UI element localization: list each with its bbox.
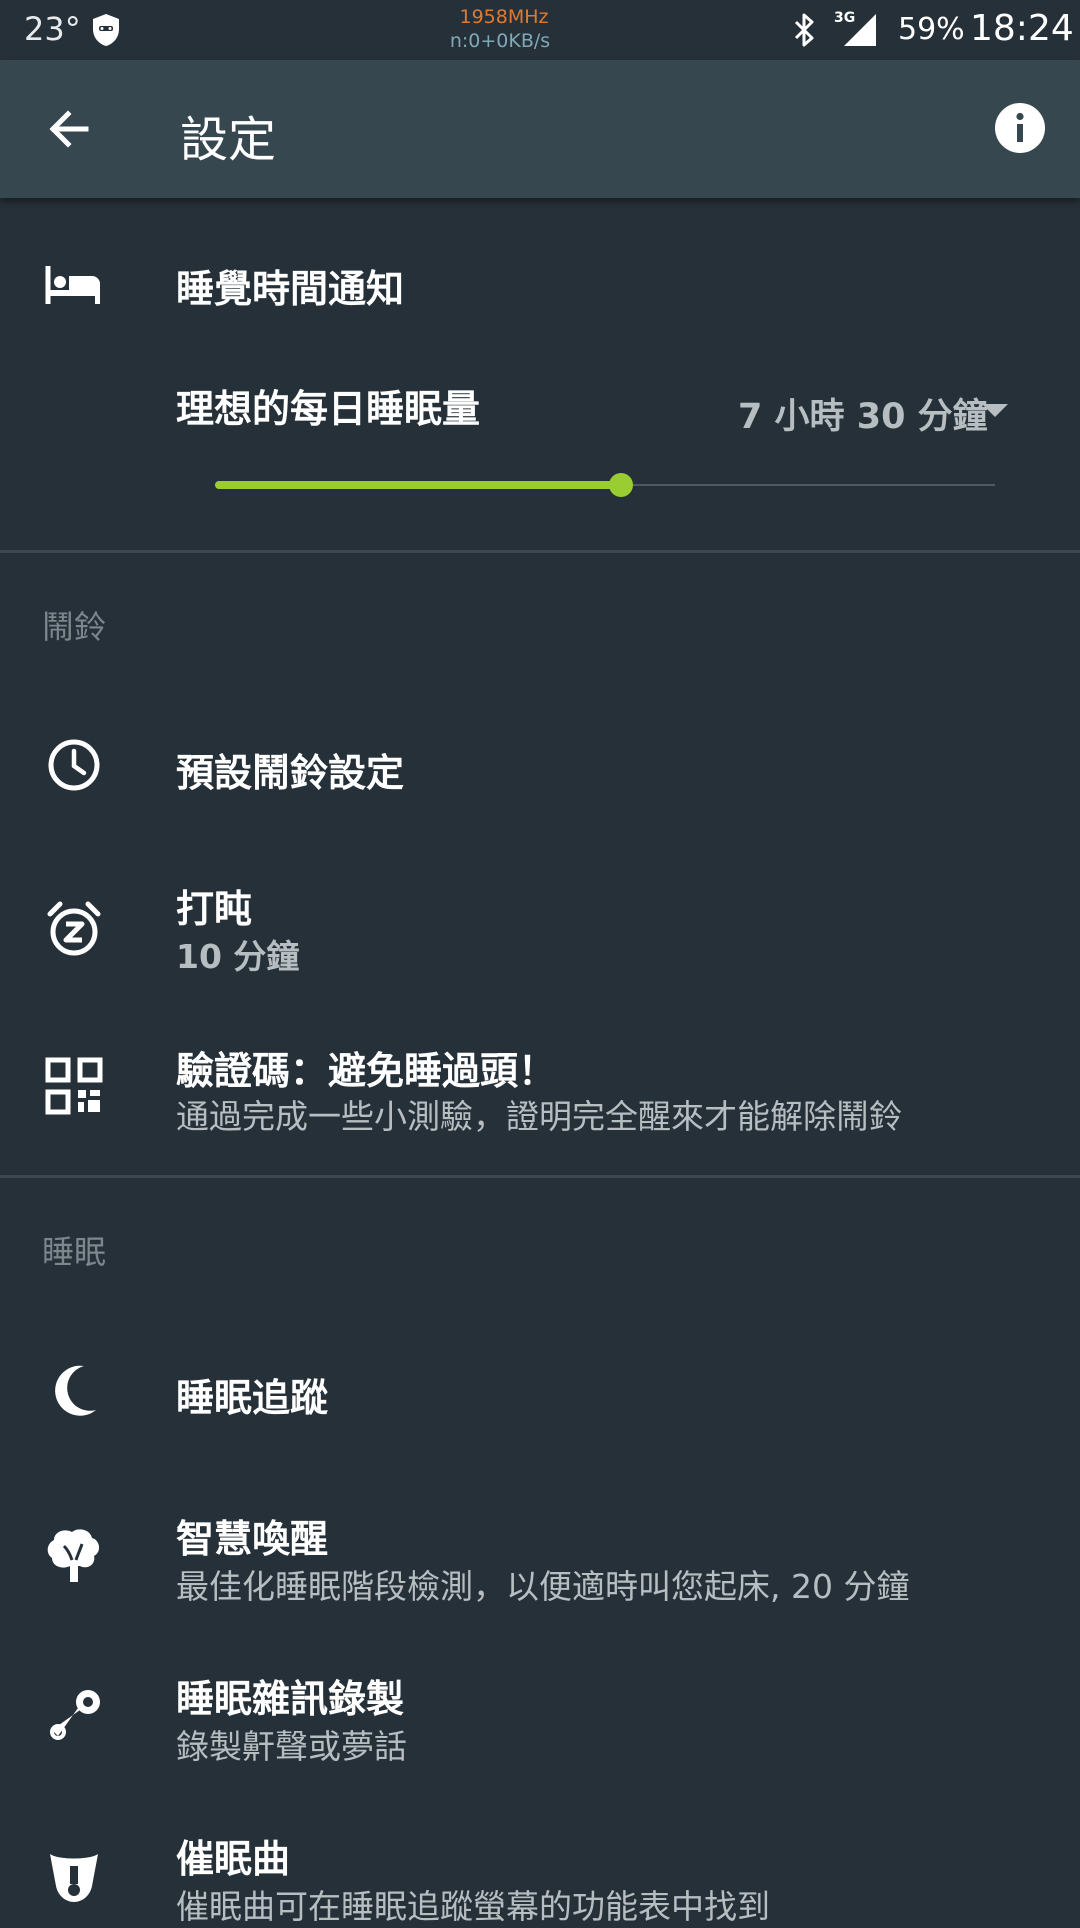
default-alarm-settings-row[interactable]: 預設鬧鈴設定: [0, 710, 1080, 820]
sleep-noise-recording-row[interactable]: 睡眠雜訊錄製 錄製鼾聲或夢話: [0, 1650, 1080, 1780]
lullaby-icon: [50, 1854, 98, 1902]
section-header-alarm: 鬧鈴: [42, 608, 107, 646]
app-bar: 設定: [0, 60, 1080, 198]
lullaby-title: 催眠曲: [176, 1837, 291, 1881]
moon-icon: [55, 1365, 96, 1416]
sleep-tracking-title: 睡眠追蹤: [176, 1376, 329, 1420]
sleep-noise-recording-title: 睡眠雜訊錄製: [176, 1677, 405, 1721]
captcha-row[interactable]: 驗證碼：避免睡過頭！ 通過完成一些小測驗，證明完全醒來才能解除鬧鈴: [0, 1020, 1080, 1150]
bedtime-notification-row[interactable]: 睡覺時間通知: [0, 230, 1080, 330]
qr-code-icon: [45, 1057, 103, 1115]
smart-wakeup-row[interactable]: 智慧喚醒 最佳化睡眠階段檢測，以便適時叫您起床, 20 分鐘: [0, 1490, 1080, 1620]
smart-wakeup-subtitle: 最佳化睡眠階段檢測，以便適時叫您起床, 20 分鐘: [176, 1567, 910, 1606]
bedtime-notification-title: 睡覺時間通知: [176, 267, 405, 311]
section-header-sleep: 睡眠: [42, 1233, 107, 1271]
network-speed: n:0+0KB/s: [449, 30, 551, 52]
sleep-amount-slider-thumb[interactable]: [608, 473, 633, 497]
temperature-readout: 23°: [24, 10, 81, 48]
ideal-sleep-label: 理想的每日睡眠量: [176, 387, 481, 431]
signal-icon: [844, 14, 876, 46]
lullaby-subtitle: 催眠曲可在睡眠追蹤螢幕的功能表中找到: [176, 1887, 770, 1926]
ideal-sleep-dropdown[interactable]: 7 小時 30 分鐘: [738, 388, 988, 439]
status-bar: 23° 1958MHz n:0+0KB/s 3G 59% 18:24: [0, 0, 1080, 60]
smart-wakeup-title: 智慧喚醒: [176, 1517, 329, 1561]
snooze-title: 打盹: [176, 887, 253, 931]
battery-level: 59%: [898, 12, 965, 47]
sleep-amount-slider-fill: [215, 481, 621, 489]
divider: [0, 550, 1080, 553]
clock-icon: [48, 739, 100, 791]
cpu-frequency: 1958MHz: [459, 6, 549, 28]
sleep-noise-recording-subtitle: 錄製鼾聲或夢話: [176, 1727, 407, 1766]
bluetooth-icon: [794, 13, 814, 47]
microphone-icon: [50, 1690, 100, 1740]
snooze-subtitle: 10 分鐘: [176, 937, 300, 976]
captcha-subtitle: 通過完成一些小測驗，證明完全醒來才能解除鬧鈴: [176, 1097, 902, 1136]
bed-icon: [45, 266, 100, 304]
default-alarm-settings-title: 預設鬧鈴設定: [176, 751, 405, 795]
sleep-tracking-row[interactable]: 睡眠追蹤: [0, 1335, 1080, 1445]
brain-tree-icon: [47, 1529, 100, 1582]
info-icon[interactable]: [994, 102, 1046, 154]
lullaby-row[interactable]: 催眠曲 催眠曲可在睡眠追蹤螢幕的功能表中找到: [0, 1810, 1080, 1926]
snooze-alarm-icon: [47, 901, 101, 956]
snooze-row[interactable]: 打盹 10 分鐘: [0, 860, 1080, 990]
divider: [0, 1175, 1080, 1178]
shield-icon: [93, 14, 119, 46]
back-arrow-icon[interactable]: [44, 104, 94, 154]
page-title: 設定: [180, 112, 277, 168]
chevron-down-icon[interactable]: [982, 404, 1008, 417]
captcha-title: 驗證碼：避免睡過頭！: [176, 1049, 557, 1093]
clock: 18:24: [970, 8, 1074, 49]
